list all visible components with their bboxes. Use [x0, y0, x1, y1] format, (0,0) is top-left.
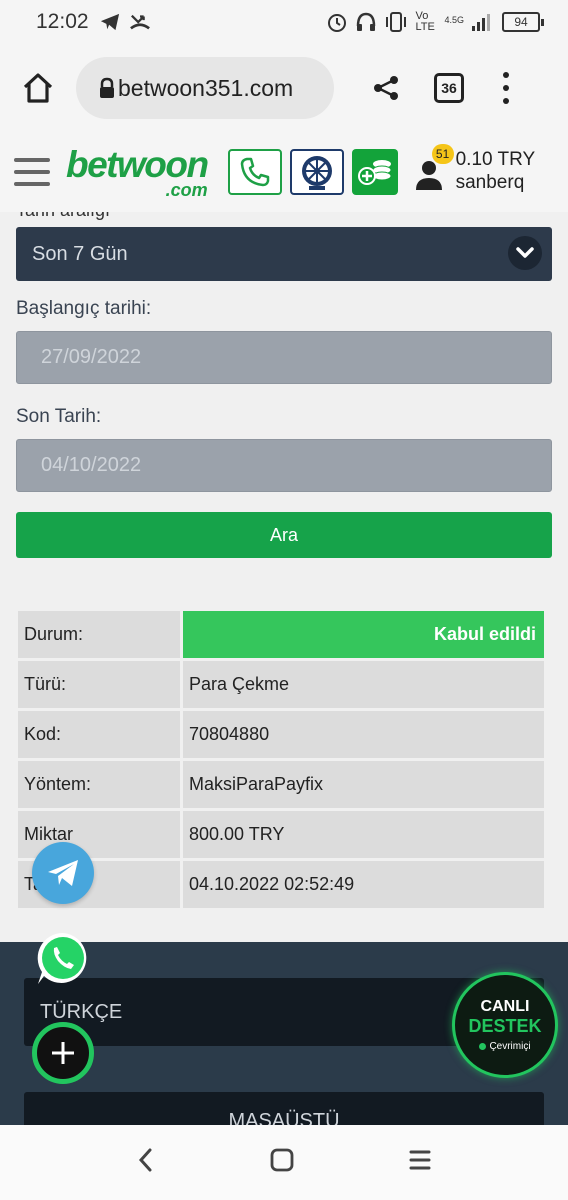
- user-icon: 51: [414, 144, 454, 192]
- desktop-version-button[interactable]: MASAÜSTÜ: [24, 1092, 544, 1125]
- period-select[interactable]: Son 7 Gün: [16, 227, 552, 281]
- site-header: betwoon .com 51 0.10 TRY sanberq: [0, 132, 568, 212]
- expand-contacts-button[interactable]: [32, 1022, 94, 1084]
- transaction-history: Tarih aralığı Son 7 Gün Başlangıç tarihi…: [0, 212, 568, 942]
- username: sanberq: [455, 172, 525, 193]
- online-status-text: Çevrimiçi: [489, 1041, 531, 1052]
- search-button[interactable]: Ara: [16, 512, 552, 558]
- site-logo[interactable]: betwoon .com: [66, 143, 209, 200]
- address-bar[interactable]: betwoon351.com: [76, 57, 334, 119]
- missed-call-icon: [129, 14, 150, 30]
- browser-toolbar: betwoon351.com 36: [0, 44, 568, 132]
- browser-menu-button[interactable]: [496, 68, 516, 108]
- whatsapp-icon: [37, 932, 87, 984]
- online-status: Çevrimiçi: [479, 1041, 531, 1052]
- live-support-line2: DESTEK: [468, 1016, 542, 1036]
- row-key: Türü:: [18, 661, 180, 708]
- start-date-value: 27/09/2022: [41, 346, 142, 368]
- tab-switcher-button[interactable]: 36: [434, 73, 464, 103]
- lock-icon: [100, 77, 114, 98]
- balance: 0.10 TRY: [455, 149, 536, 171]
- share-button[interactable]: [364, 64, 408, 112]
- plus-icon: [52, 1042, 74, 1064]
- status-time: 12:02: [36, 10, 89, 33]
- home-nav-icon: [270, 1148, 294, 1172]
- url-text: betwoon351.com: [118, 74, 294, 101]
- system-navigation-bar: [0, 1125, 568, 1200]
- chevron-down-icon: [508, 236, 542, 270]
- back-icon: [139, 1148, 152, 1172]
- deposit-button[interactable]: [351, 149, 398, 195]
- network-gen: 4.5G: [444, 15, 464, 25]
- recents-button[interactable]: [408, 1148, 432, 1177]
- online-dot-icon: [479, 1043, 487, 1050]
- telegram-button[interactable]: [32, 842, 94, 904]
- recents-icon: [409, 1150, 431, 1170]
- table-row: Tarih 04.10.2022 02:52:49: [18, 861, 544, 908]
- hamburger-menu-icon[interactable]: [14, 158, 50, 186]
- status-bar: 12:02 Vo LTE 4.5G 94: [0, 0, 568, 44]
- notification-badge: 51: [431, 144, 454, 164]
- row-value: 70804880: [183, 711, 544, 758]
- row-value: MaksiParaPayfix: [183, 761, 544, 808]
- headphones-icon: [357, 12, 376, 31]
- phone-icon: [240, 157, 269, 187]
- live-support-line1: CANLI: [480, 998, 530, 1015]
- end-date-value: 04/10/2022: [41, 454, 142, 476]
- end-date-label: Son Tarih:: [16, 406, 102, 427]
- end-date-input[interactable]: 04/10/2022: [16, 439, 552, 492]
- transaction-details-table: Durum: Kabul edildi Türü: Para Çekme Kod…: [15, 608, 547, 911]
- vibrate-icon: [386, 12, 407, 32]
- live-support-button[interactable]: CANLI DESTEK Çevrimiçi: [452, 972, 558, 1078]
- logo-domain: .com: [165, 179, 208, 200]
- home-icon: [23, 73, 53, 103]
- period-label: Tarih aralığı: [16, 212, 110, 221]
- user-account[interactable]: 51 0.10 TRY sanberq: [414, 144, 536, 195]
- period-value: Son 7 Gün: [32, 242, 128, 265]
- volte-label: Vo LTE: [415, 10, 435, 33]
- table-row: Türü: Para Çekme: [18, 661, 544, 708]
- share-icon: [374, 76, 398, 100]
- row-key: Durum:: [18, 611, 180, 658]
- row-key: Yöntem:: [18, 761, 180, 808]
- back-button[interactable]: [136, 1147, 156, 1178]
- logo-name: betwoon: [66, 143, 209, 185]
- row-value: 800.00 TRY: [183, 811, 544, 858]
- telegram-status-icon: [100, 13, 119, 31]
- table-row: Miktar 800.00 TRY: [18, 811, 544, 858]
- start-date-input[interactable]: 27/09/2022: [16, 331, 552, 384]
- row-value: Para Çekme: [183, 661, 544, 708]
- alarm-icon: [328, 14, 347, 32]
- row-value: 04.10.2022 02:52:49: [183, 861, 544, 908]
- status-badge: Kabul edildi: [183, 611, 544, 658]
- signal-icon: [472, 14, 490, 31]
- battery-indicator: 94: [502, 12, 544, 32]
- whatsapp-button[interactable]: [34, 930, 92, 988]
- table-row: Kod: 70804880: [18, 711, 544, 758]
- coins-icon: [357, 160, 392, 185]
- home-button[interactable]: [14, 64, 62, 112]
- telegram-icon: [48, 860, 78, 886]
- table-row: Durum: Kabul edildi: [18, 611, 544, 658]
- wheel-icon: [301, 156, 332, 190]
- row-key: Kod:: [18, 711, 180, 758]
- start-date-label: Başlangıç tarihi:: [16, 298, 152, 319]
- home-nav-button[interactable]: [269, 1147, 295, 1178]
- phone-button[interactable]: [227, 149, 282, 195]
- wheel-of-fortune-button[interactable]: [289, 149, 344, 195]
- table-row: Yöntem: MaksiParaPayfix: [18, 761, 544, 808]
